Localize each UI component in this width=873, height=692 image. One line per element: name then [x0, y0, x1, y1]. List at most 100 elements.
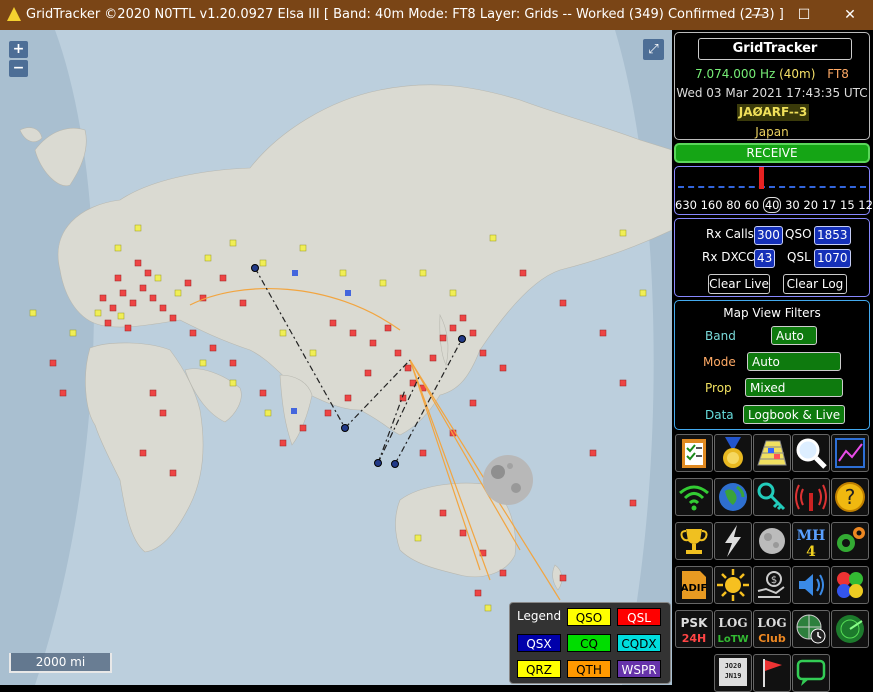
app-name-button[interactable]: GridTracker	[698, 38, 852, 60]
minimize-button[interactable]: —	[735, 0, 781, 30]
chat-bubble-icon[interactable]	[792, 654, 830, 692]
qso-label: QSO	[785, 227, 812, 241]
moon-icon	[483, 455, 533, 505]
control-panel: GridTracker 7.074.000 Hz (40m) FT8 Wed 0…	[672, 30, 873, 692]
award-medal-icon[interactable]	[714, 434, 752, 472]
legend-wspr: WSPR	[617, 660, 661, 678]
band-activity-line	[678, 186, 866, 188]
speaker-icon[interactable]	[792, 566, 830, 604]
band-20[interactable]: 20	[803, 198, 818, 212]
band-17[interactable]: 17	[822, 198, 837, 212]
filters-title: Map View Filters	[723, 306, 821, 320]
legend-qsl: QSL	[617, 608, 661, 626]
mode-filter-select[interactable]: Auto	[747, 352, 841, 371]
frequency: 7.074.000 Hz	[695, 67, 776, 81]
legend-qth: QTH	[567, 660, 611, 678]
band-activity[interactable]: 630 160 80 60 40 30 20 17 15 12 10 6	[674, 166, 873, 215]
fullscreen-button[interactable]: ⤢	[643, 39, 664, 60]
help-icon[interactable]: ?	[831, 478, 869, 516]
band-12[interactable]: 12	[858, 198, 873, 212]
globe-icon[interactable]	[714, 478, 752, 516]
band-marker	[759, 167, 764, 189]
grid-map-icon[interactable]	[753, 434, 791, 472]
legend: Legend QSO QSL QSX CQ CQDX QRZ QTH WSPR	[509, 602, 671, 684]
trophy-icon[interactable]	[675, 522, 713, 560]
radio-signal-icon[interactable]	[792, 478, 830, 516]
clear-log-button[interactable]: Clear Log	[783, 274, 847, 294]
world-map[interactable]: + − ⤢ 2000 mi Legend QSO QSL QSX CQ CQDX…	[0, 30, 672, 685]
band: (40m)	[779, 67, 816, 81]
lightning-icon[interactable]	[714, 522, 752, 560]
svg-text:?: ?	[845, 485, 856, 509]
legend-qsx: QSX	[517, 634, 561, 652]
chart-icon[interactable]	[831, 434, 869, 472]
adif-file-icon[interactable]: ADIF	[675, 566, 713, 604]
qsl-value[interactable]: 1070	[814, 249, 851, 268]
sun-icon[interactable]	[714, 566, 752, 604]
globe-clock-icon[interactable]	[792, 610, 830, 648]
maidenhead-icon[interactable]: MH 4	[792, 522, 830, 560]
map-canvas[interactable]	[0, 30, 672, 685]
band-filter-select[interactable]: Auto	[771, 326, 817, 345]
psk-reporter-icon[interactable]: PSK 24H	[675, 610, 713, 648]
legend-qrz: QRZ	[517, 660, 561, 678]
band-filter-label: Band	[705, 329, 736, 343]
band-30[interactable]: 30	[785, 198, 800, 212]
prop-filter-select[interactable]: Mixed	[745, 378, 843, 397]
qsl-label: QSL	[787, 250, 811, 264]
svg-text:$: $	[771, 575, 777, 586]
band-160[interactable]: 160	[701, 198, 723, 212]
window-title: GridTracker ©2020 N0TTL v1.20.0927 Elsa …	[26, 7, 784, 22]
callsign[interactable]: JAØARF--3	[737, 104, 809, 121]
maximize-button[interactable]: ☐	[781, 0, 827, 30]
stats-box: Rx Calls 300 QSO 1853 Rx DXCC 43 QSL 107…	[674, 218, 870, 297]
sets-icon[interactable]	[831, 566, 869, 604]
search-magnifier-icon[interactable]	[792, 434, 830, 472]
clear-live-button[interactable]: Clear Live	[708, 274, 770, 294]
qso-value[interactable]: 1853	[814, 226, 851, 245]
club-bottom-text: Club	[758, 632, 786, 645]
station-info-box: GridTracker 7.074.000 Hz (40m) FT8 Wed 0…	[674, 32, 870, 140]
lotw-icon[interactable]: LOG LoTW	[714, 610, 752, 648]
band-80[interactable]: 80	[726, 198, 741, 212]
datetime: Wed 03 Mar 2021 17:43:35 UTC	[676, 86, 868, 100]
psk-bottom-text: 24H	[682, 632, 707, 645]
band-selector: 630 160 80 60 40 30 20 17 15 12 10 6	[675, 197, 873, 213]
band-40[interactable]: 40	[762, 197, 782, 213]
moon-tool-icon[interactable]	[753, 522, 791, 560]
receive-status: RECEIVE	[674, 143, 870, 163]
psk-top-text: PSK	[681, 616, 708, 630]
money-hand-icon[interactable]: $	[753, 566, 791, 604]
lotw-top-text: LOG	[718, 616, 747, 630]
rx-calls-value[interactable]: 300	[754, 226, 783, 245]
data-filter-select[interactable]: Logbook & Live	[743, 405, 845, 424]
grid-square-icon[interactable]: JO20 JN19	[714, 654, 752, 692]
country: Japan	[755, 125, 789, 139]
log-clipboard-icon[interactable]	[675, 434, 713, 472]
settings-gears-icon[interactable]	[831, 522, 869, 560]
zoom-in-button[interactable]: +	[9, 41, 28, 58]
scale-bar: 2000 mi	[9, 653, 112, 673]
key-icon[interactable]	[753, 478, 791, 516]
rx-dxcc-label: Rx DXCC	[702, 250, 755, 264]
band-630[interactable]: 630	[675, 198, 697, 212]
legend-title: Legend	[517, 609, 562, 623]
mode-filter-label: Mode	[703, 355, 736, 369]
wifi-icon[interactable]	[675, 478, 713, 516]
rx-dxcc-value[interactable]: 43	[754, 249, 776, 268]
flag-icon[interactable]	[753, 654, 791, 692]
data-filter-label: Data	[705, 408, 734, 422]
zoom-out-button[interactable]: −	[9, 60, 28, 77]
clublog-icon[interactable]: LOG Club	[753, 610, 791, 648]
band-15[interactable]: 15	[840, 198, 855, 212]
app-icon	[7, 7, 21, 21]
lotw-bottom-text: LoTW	[717, 634, 748, 645]
band-60[interactable]: 60	[745, 198, 760, 212]
radar-icon[interactable]	[831, 610, 869, 648]
rx-calls-label: Rx Calls	[706, 227, 754, 241]
legend-qso: QSO	[567, 608, 611, 626]
legend-cqdx: CQDX	[617, 634, 661, 652]
close-button[interactable]: ✕	[827, 0, 873, 30]
mode: FT8	[827, 67, 849, 81]
grid-bottom-text: JN19	[725, 672, 742, 680]
